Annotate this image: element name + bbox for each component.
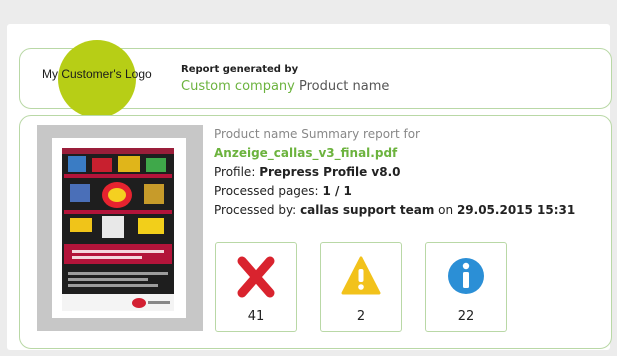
warning-triangle-icon <box>341 256 381 295</box>
product-name: Product name <box>299 79 390 94</box>
profile-label: Profile: <box>214 165 256 179</box>
processed-by-value: callas support team <box>300 203 435 217</box>
processed-by-line: Processed by: callas support team on 29.… <box>214 203 575 217</box>
pages-value: 1 / 1 <box>322 184 352 198</box>
pages-label: Processed pages: <box>214 184 319 198</box>
generator-name: Custom company Product name <box>181 79 389 94</box>
profile-line: Profile: Prepress Profile v8.0 <box>214 165 401 179</box>
thumbnail-image <box>62 148 174 311</box>
warnings-box[interactable]: 2 <box>320 242 402 332</box>
processed-by-label: Processed by: <box>214 203 297 217</box>
info-icon <box>448 258 484 294</box>
errors-box[interactable]: 41 <box>215 242 297 332</box>
error-x-icon <box>237 256 275 298</box>
file-name[interactable]: Anzeige_callas_v3_final.pdf <box>214 146 397 160</box>
customer-logo-text: My Customer's Logo <box>42 67 152 81</box>
report-generated-label: Report generated by <box>181 64 299 75</box>
company-name: Custom company <box>181 79 295 94</box>
warnings-count: 2 <box>356 309 366 324</box>
info-count: 22 <box>457 309 475 324</box>
on-label: on <box>438 203 454 217</box>
info-box[interactable]: 22 <box>425 242 507 332</box>
pages-line: Processed pages: 1 / 1 <box>214 184 352 198</box>
profile-value: Prepress Profile v8.0 <box>259 165 401 179</box>
summary-title: Product name Summary report for <box>214 127 420 141</box>
errors-count: 41 <box>247 309 265 324</box>
processed-date: 29.05.2015 15:31 <box>456 203 576 217</box>
